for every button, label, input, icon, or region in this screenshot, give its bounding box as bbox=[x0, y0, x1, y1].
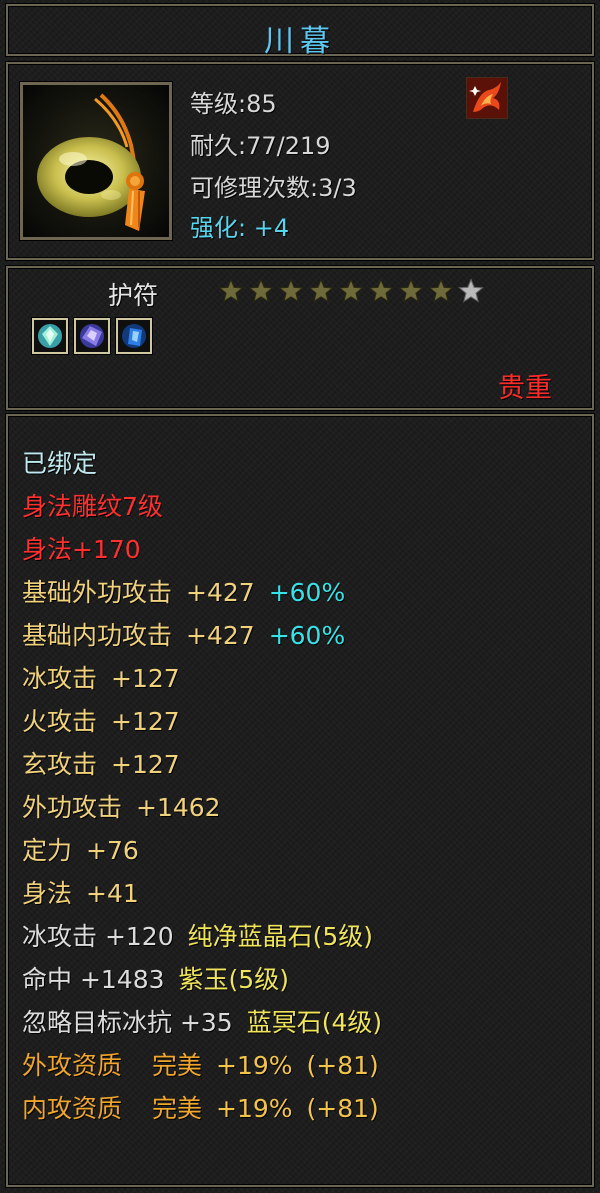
item-repair-count: 可修理次数:3/3 bbox=[190, 174, 357, 202]
stat-value: +427 bbox=[186, 578, 255, 607]
item-type-label: 护符 bbox=[108, 281, 159, 310]
stat-value: +76 bbox=[86, 836, 139, 865]
title-panel: 川暮 bbox=[6, 4, 594, 59]
star-filled-icon bbox=[368, 278, 394, 303]
aptitude-int-attack: 内攻资质 完美 +19% (+81) bbox=[22, 1089, 379, 1125]
stat-focus: 定力 +76 bbox=[22, 831, 139, 867]
star-empty-icon bbox=[458, 278, 484, 303]
gem-slot[interactable] bbox=[32, 318, 68, 354]
aptitude-label: 外攻资质 bbox=[22, 1051, 123, 1080]
gem-slot[interactable] bbox=[116, 318, 152, 354]
stat-ice-attack: 冰攻击 +127 bbox=[22, 659, 180, 695]
aptitude-extra: (+81) bbox=[306, 1094, 379, 1123]
stat-ext-attack: 外功攻击 +1462 bbox=[22, 788, 221, 824]
gem-bonus-3: 忽略目标冰抗 +35 蓝冥石(4级) bbox=[22, 1003, 382, 1039]
stat-mystic-attack: 玄攻击 +127 bbox=[22, 745, 180, 781]
star-filled-icon bbox=[278, 278, 304, 303]
stat-percent: +60% bbox=[268, 578, 346, 607]
stat-value: +127 bbox=[111, 664, 180, 693]
item-stats-panel: 已绑定 身法雕纹7级 身法+170 基础外功攻击 +427 +60% 基础内功攻击 +… bbox=[6, 414, 594, 1187]
stat-label: 玄攻击 bbox=[22, 750, 98, 779]
star-filled-icon bbox=[218, 278, 244, 303]
star-rating bbox=[218, 278, 484, 304]
fire-phoenix-icon[interactable] bbox=[466, 77, 508, 119]
aptitude-ext-attack: 外攻资质 完美 +19% (+81) bbox=[22, 1046, 379, 1082]
star-filled-icon bbox=[308, 278, 334, 303]
gem-name: 紫玉(5级) bbox=[178, 965, 289, 994]
aptitude-label: 内攻资质 bbox=[22, 1094, 123, 1123]
gem-name: 纯净蓝晶石(5级) bbox=[187, 922, 374, 951]
stat-int-attack-base: 基础内功攻击 +427 +60% bbox=[22, 616, 345, 652]
stat-agility: 身法 +41 bbox=[22, 874, 139, 910]
star-filled-icon bbox=[338, 278, 364, 303]
stat-label: 冰攻击 bbox=[22, 664, 98, 693]
item-type-panel: 护符 贵重 bbox=[6, 266, 594, 410]
star-filled-icon bbox=[398, 278, 424, 303]
engraving-level: 身法雕纹7级 bbox=[22, 492, 163, 521]
gem-bonus-2: 命中 +1483 紫玉(5级) bbox=[22, 960, 289, 996]
stat-fire-attack: 火攻击 +127 bbox=[22, 702, 180, 738]
stat-value: +1462 bbox=[136, 793, 221, 822]
item-tooltip: 川暮 等级:85 耐久:77/219 可修理次数:3/3 强化: +4 护符 贵… bbox=[0, 0, 600, 1193]
item-icon-frame[interactable] bbox=[20, 82, 172, 240]
stat-value: +41 bbox=[86, 879, 139, 908]
stat-label: 外功攻击 bbox=[22, 793, 123, 822]
item-durability: 耐久:77/219 bbox=[190, 132, 331, 160]
item-name: 川暮 bbox=[264, 24, 336, 59]
blue-crystal-gem-icon bbox=[122, 324, 146, 348]
stat-label: 身法 bbox=[22, 879, 73, 908]
stat-label: 定力 bbox=[22, 836, 73, 865]
jade-ring-amulet-icon bbox=[23, 85, 169, 237]
stat-value: +127 bbox=[111, 707, 180, 736]
gem-bonus-1: 冰攻击 +120 纯净蓝晶石(5级) bbox=[22, 917, 373, 953]
engraving-bonus: 身法+170 bbox=[22, 535, 141, 564]
gem-stat: 命中 +1483 bbox=[22, 965, 165, 994]
purple-crystal-gem-icon bbox=[80, 324, 104, 348]
rarity-label: 贵重 bbox=[498, 373, 552, 404]
gem-slots bbox=[32, 318, 152, 354]
aptitude-quality: 完美 bbox=[152, 1094, 203, 1123]
stat-value: +127 bbox=[111, 750, 180, 779]
item-enhance-level: 强化: +4 bbox=[190, 214, 290, 242]
aptitude-value: +19% bbox=[216, 1051, 293, 1080]
gem-name: 蓝冥石(4级) bbox=[246, 1008, 383, 1037]
green-crystal-gem-icon bbox=[38, 324, 62, 348]
stat-label: 火攻击 bbox=[22, 707, 98, 736]
stat-ext-attack-base: 基础外功攻击 +427 +60% bbox=[22, 573, 345, 609]
aptitude-extra: (+81) bbox=[306, 1051, 379, 1080]
item-info-panel: 等级:85 耐久:77/219 可修理次数:3/3 强化: +4 bbox=[6, 62, 594, 260]
gem-stat: 忽略目标冰抗 +35 bbox=[22, 1008, 233, 1037]
stat-label: 基础内功攻击 bbox=[22, 621, 173, 650]
aptitude-quality: 完美 bbox=[152, 1051, 203, 1080]
gem-slot[interactable] bbox=[74, 318, 110, 354]
stat-label: 基础外功攻击 bbox=[22, 578, 173, 607]
bound-status: 已绑定 bbox=[22, 449, 98, 478]
item-level: 等级:85 bbox=[190, 90, 277, 118]
aptitude-value: +19% bbox=[216, 1094, 293, 1123]
gem-stat: 冰攻击 +120 bbox=[22, 922, 174, 951]
star-filled-icon bbox=[428, 278, 454, 303]
stat-value: +427 bbox=[186, 621, 255, 650]
stat-percent: +60% bbox=[268, 621, 346, 650]
star-filled-icon bbox=[248, 278, 274, 303]
